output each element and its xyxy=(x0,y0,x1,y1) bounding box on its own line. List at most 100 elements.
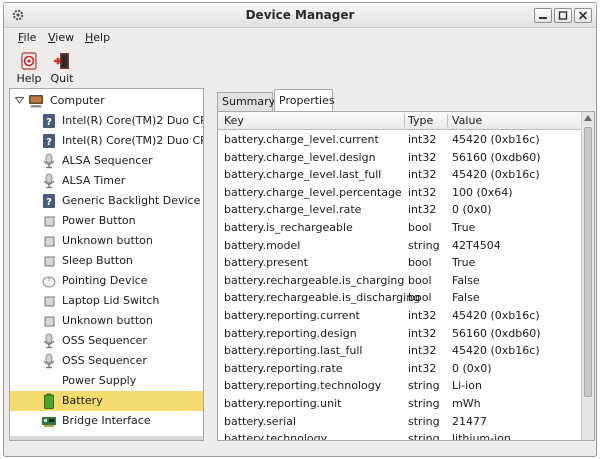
tree-item-label: OSS Sequencer xyxy=(62,354,147,367)
exit-icon xyxy=(54,53,69,69)
tree-item[interactable]: Power Button xyxy=(10,211,203,231)
quit-button[interactable]: Quit xyxy=(48,52,76,85)
tree-item[interactable]: ? Generic Backlight Device xyxy=(10,191,203,211)
svg-text:?: ? xyxy=(46,197,52,208)
tree-item[interactable]: Laptop Lid Switch xyxy=(10,291,203,311)
column-divider[interactable] xyxy=(404,114,405,127)
cell-type: int32 xyxy=(408,326,437,340)
microphone-icon xyxy=(41,353,57,369)
tree-item-label: Battery xyxy=(62,394,103,407)
table-row[interactable]: battery.reporting.technology string Li-ion xyxy=(218,377,582,395)
tree-item[interactable]: ? Intel(R) Core(TM)2 Duo CPU xyxy=(10,111,204,131)
table-row[interactable]: battery.reporting.last_full int32 45420 (0… xyxy=(218,342,582,360)
cell-key: battery.reporting.technology xyxy=(224,379,382,393)
tree-item[interactable]: ALSA Timer xyxy=(10,171,203,191)
tree-item[interactable]: Battery xyxy=(10,391,203,411)
cell-value: 0 (0x0) xyxy=(452,203,492,217)
help-icon xyxy=(21,52,37,70)
tree-item-label: Generic Backlight Device xyxy=(62,194,201,207)
cell-value: Li-ion xyxy=(452,379,482,393)
cell-key: battery.charge_level.current xyxy=(224,133,379,146)
scrollbar-thumb[interactable] xyxy=(584,127,592,397)
column-header-value[interactable]: Value xyxy=(452,114,482,127)
tree-item-label: Laptop Lid Switch xyxy=(62,294,160,307)
vertical-scrollbar[interactable] xyxy=(581,112,594,440)
battery-icon xyxy=(41,393,57,409)
cell-type: bool xyxy=(408,273,432,287)
menu-file-label: ile xyxy=(23,31,37,44)
cell-type: string xyxy=(408,379,440,393)
chevron-down-icon[interactable] xyxy=(15,97,24,104)
close-button[interactable] xyxy=(574,8,592,23)
cell-key: battery.charge_level.percentage xyxy=(224,185,402,199)
cell-value: 45420 (0xb16c) xyxy=(452,168,540,182)
window-title: Device Manager xyxy=(245,8,355,22)
table-header: Key Type Value xyxy=(218,112,582,130)
table-row[interactable]: battery.is_rechargeable bool True xyxy=(218,219,582,237)
cell-type: bool xyxy=(408,221,432,234)
help-button[interactable]: Help xyxy=(14,52,44,85)
tree-item-label: ALSA Sequencer xyxy=(62,154,153,167)
tree-item[interactable]: ? Intel(R) Core(TM)2 Duo CPU xyxy=(10,131,204,151)
cell-key: battery.present xyxy=(224,256,308,270)
tab-properties[interactable]: Properties xyxy=(274,89,335,112)
tree-item[interactable]: OSS Sequencer xyxy=(10,351,203,371)
tree-item-computer[interactable]: Computer xyxy=(10,91,203,111)
menu-bar: File View Help xyxy=(4,28,596,48)
tree-item[interactable]: Bridge Interface xyxy=(10,411,203,431)
table-row[interactable]: battery.present bool True xyxy=(218,254,582,272)
microphone-icon xyxy=(41,153,57,169)
device-tree[interactable]: Computer ? Intel(R) Core(TM)2 Duo CPU? Int… xyxy=(9,88,204,441)
table-row[interactable]: battery.rechargeable.is_discharging bool F… xyxy=(218,289,582,307)
table-row[interactable]: battery.charge_level.design int32 56160 (0… xyxy=(218,149,582,167)
microphone-icon xyxy=(41,333,57,349)
cell-type: int32 xyxy=(408,185,437,199)
menu-view[interactable]: View xyxy=(48,31,74,44)
table-row[interactable]: battery.charge_level.percentage int32 100 … xyxy=(218,184,582,202)
table-row[interactable]: battery.charge_level.rate int32 0 (0x0) xyxy=(218,201,582,219)
menu-help[interactable]: Help xyxy=(85,31,110,44)
cell-key: battery.reporting.current xyxy=(224,309,360,322)
table-row[interactable]: battery.reporting.rate int32 0 (0x0) xyxy=(218,360,582,378)
table-row[interactable]: battery.charge_level.last_full int32 45420… xyxy=(218,166,582,184)
tree-item[interactable]: Power Supply xyxy=(10,371,203,391)
status-bar xyxy=(4,443,596,456)
tree-item[interactable]: ALSA Sequencer xyxy=(10,151,203,171)
cell-value: True xyxy=(452,221,476,234)
tree-item[interactable]: OSS Sequencer xyxy=(10,331,203,351)
scroll-up-icon[interactable] xyxy=(584,115,592,121)
cell-type: bool xyxy=(408,291,432,305)
minimize-icon xyxy=(539,17,547,19)
tab-summary[interactable]: Summary xyxy=(217,92,275,111)
tree-item[interactable]: Unknown button xyxy=(10,231,203,251)
cell-type: int32 xyxy=(408,309,437,322)
close-icon xyxy=(578,11,588,20)
cell-type: string xyxy=(408,397,440,410)
tree-item-label: Intel(R) Core(TM)2 Duo CPU xyxy=(62,114,204,127)
table-row[interactable]: battery.reporting.design int32 56160 (0xdb… xyxy=(218,325,582,343)
menu-file[interactable]: File xyxy=(18,31,36,44)
column-header-type[interactable]: Type xyxy=(408,114,433,127)
cell-value: 21477 xyxy=(452,414,487,428)
table-row[interactable]: battery.model string 42T4504 xyxy=(218,237,582,255)
cell-key: battery.is_rechargeable xyxy=(224,221,353,234)
title-bar[interactable]: Device Manager xyxy=(4,3,596,28)
tree-item-label: Intel(R) Core(TM)2 Duo CPU xyxy=(62,134,204,147)
horizontal-scrollbar[interactable] xyxy=(10,436,203,440)
cell-key: battery.charge_level.design xyxy=(224,150,376,164)
table-row[interactable]: battery.technology string lithium-ion xyxy=(218,430,582,440)
tree-item-label: ALSA Timer xyxy=(62,174,126,187)
column-header-key[interactable]: Key xyxy=(224,114,244,127)
tree-item[interactable]: Unknown button xyxy=(10,311,203,331)
tree-item[interactable]: Pointing Device xyxy=(10,271,203,291)
column-divider[interactable] xyxy=(447,114,448,127)
minimize-button[interactable] xyxy=(534,8,552,23)
table-row[interactable]: battery.rechargeable.is_charging bool Fals… xyxy=(218,272,582,290)
pane-splitter[interactable] xyxy=(206,88,214,441)
table-row[interactable]: battery.reporting.current int32 45420 (0xb… xyxy=(218,307,582,325)
table-row[interactable]: battery.charge_level.current int32 45420 (… xyxy=(218,131,582,149)
table-row[interactable]: battery.serial string 21477 xyxy=(218,413,582,431)
tree-item[interactable]: Sleep Button xyxy=(10,251,203,271)
maximize-button[interactable] xyxy=(554,8,572,23)
table-row[interactable]: battery.reporting.unit string mWh xyxy=(218,395,582,413)
